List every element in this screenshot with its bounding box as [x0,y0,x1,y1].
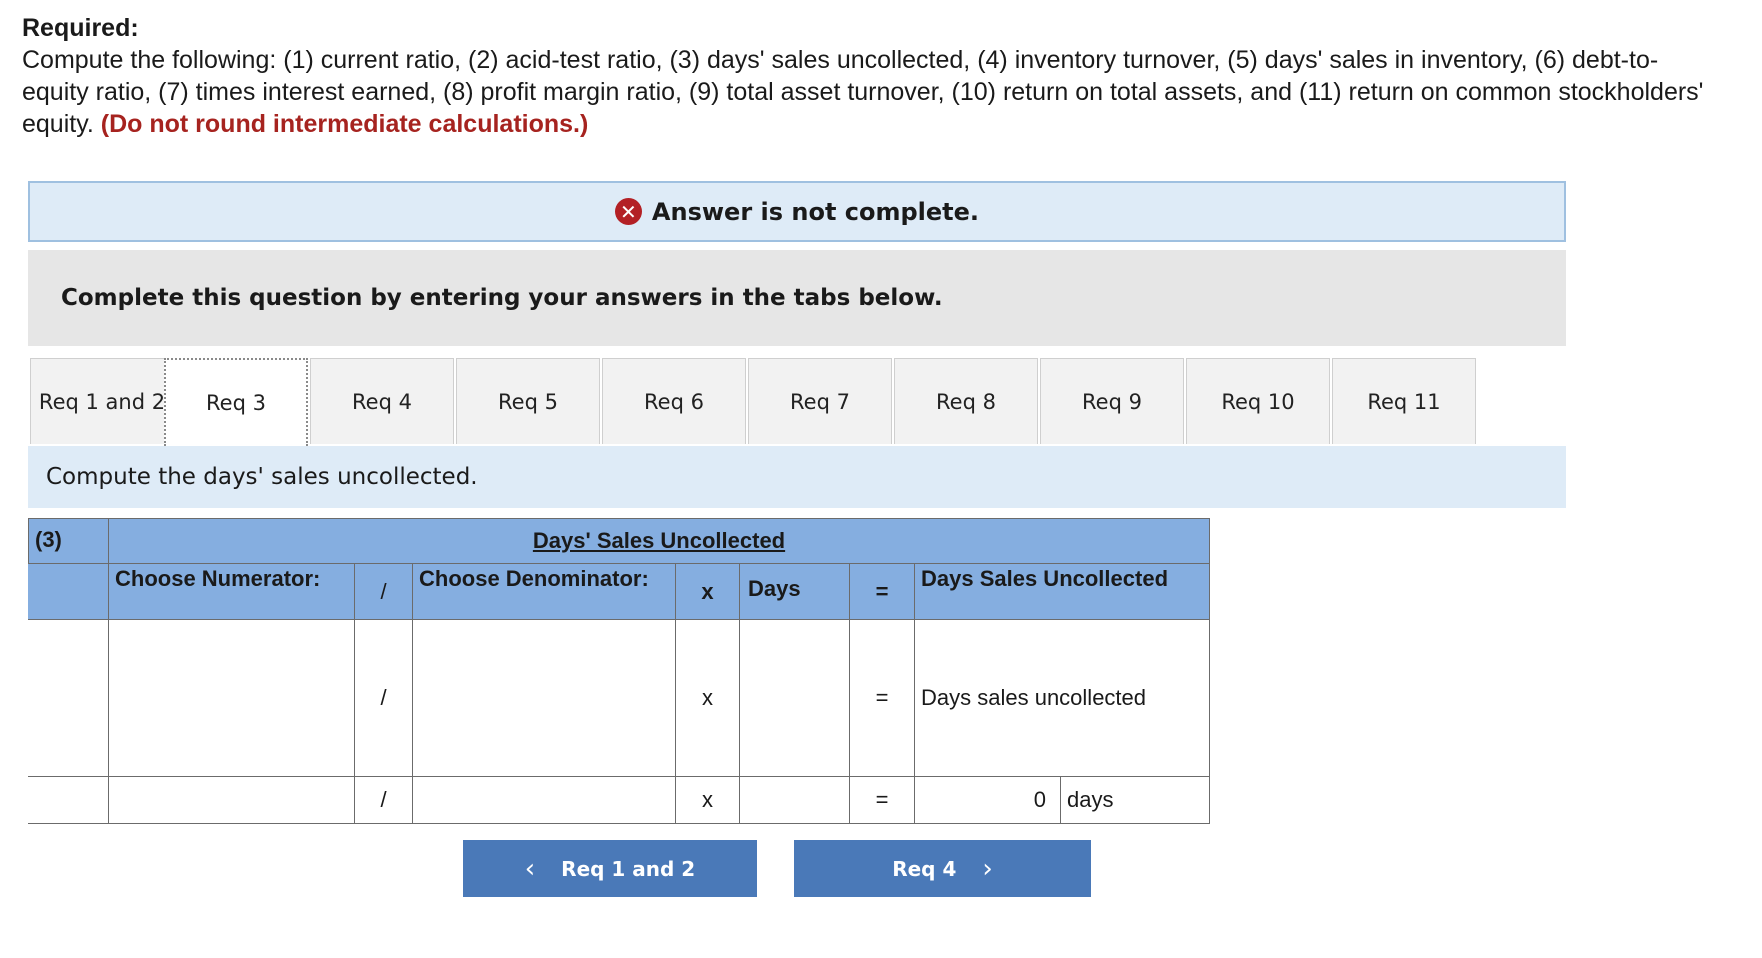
denominator-input-2[interactable] [412,777,675,824]
result-value: 0 [914,777,1060,824]
days-header: Days [739,564,849,620]
divide-symbol-2: / [354,777,412,824]
tab-req-7[interactable]: Req 7 [748,358,892,444]
tab-req-4[interactable]: Req 4 [310,358,454,444]
tab-req-9[interactable]: Req 9 [1040,358,1184,444]
times-symbol-2: x [675,777,739,824]
tab-req-3[interactable]: Req 3 [164,358,308,446]
table-title-cell: Days' Sales Uncollected [108,518,1210,564]
numerator-header: Choose Numerator: [108,564,354,620]
table-title: Days' Sales Uncollected [532,528,786,553]
tab-prompt: Compute the days' sales uncollected. [28,446,1566,508]
required-section: Required: Compute the following: (1) cur… [22,12,1722,140]
tab-req-6[interactable]: Req 6 [602,358,746,444]
tab-req-5[interactable]: Req 5 [456,358,600,444]
next-req-button[interactable]: Req 4 › [794,840,1091,897]
instruction-text: Complete this question by entering your … [61,285,943,311]
header-spacer [28,564,108,620]
instruction-bar: Complete this question by entering your … [28,250,1566,346]
tab-req-11[interactable]: Req 11 [1332,358,1476,444]
tab-req-10[interactable]: Req 10 [1186,358,1330,444]
tab-req-1-and-2[interactable]: Req 1 and 2 [30,358,174,444]
times-symbol-1: x [675,620,739,777]
req-tabs: Req 1 and 2 Req 3 Req 4 Req 5 Req 6 Req … [28,358,1566,448]
tab-req-8[interactable]: Req 8 [894,358,1038,444]
result-label: Days sales uncollected [921,685,1147,710]
prev-req-button[interactable]: ‹ Req 1 and 2 [463,840,757,897]
result-unit: days [1060,777,1210,824]
times-header: x [675,564,739,620]
numerator-select-1[interactable] [108,620,354,777]
divide-header: / [354,564,412,620]
next-req-label: Req 4 [892,856,957,881]
x-circle-icon: ✕ [614,198,642,225]
divide-symbol-1: / [354,620,412,777]
rounding-note: (Do not round intermediate calculations.… [100,110,589,138]
equals-symbol-2: = [849,777,914,824]
denominator-header: Choose Denominator: [412,564,675,620]
row2-spacer [28,777,108,824]
prev-req-label: Req 1 and 2 [561,856,696,881]
chevron-left-icon: ‹ [524,853,536,884]
row-label: (3) [28,518,108,564]
answer-status-text: Answer is not complete. [651,197,980,226]
denominator-select-1[interactable] [412,620,675,777]
days-input-1[interactable] [739,620,849,777]
equals-header: = [849,564,914,620]
answer-status-banner: ✕ Answer is not complete. [28,181,1566,242]
result-header: Days Sales Uncollected [914,564,1210,620]
equals-symbol-1: = [849,620,914,777]
required-heading: Required: [22,14,139,42]
row1-spacer [28,620,108,777]
result-label-cell: Days sales uncollected [914,620,1210,777]
chevron-right-icon: › [982,853,993,884]
numerator-input-2[interactable] [108,777,354,824]
days-input-2[interactable] [739,777,849,824]
tab-prompt-text: Compute the days' sales uncollected. [46,464,478,490]
